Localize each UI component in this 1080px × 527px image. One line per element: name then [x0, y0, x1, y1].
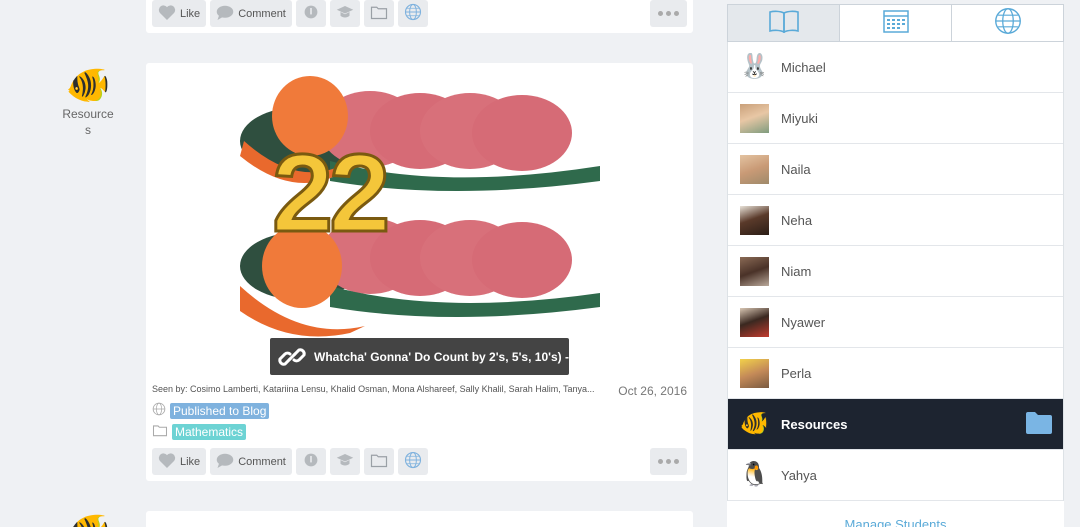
avatar — [740, 154, 769, 184]
student-row-perla[interactable]: Perla — [728, 348, 1063, 399]
tab-journal[interactable] — [728, 5, 840, 41]
image-number: 22 — [272, 132, 386, 255]
post-image[interactable]: 22 — [240, 71, 600, 341]
student-name: Niam — [781, 263, 812, 279]
skills-button[interactable] — [329, 0, 360, 27]
author-name: Resources — [62, 107, 114, 137]
link-title: Whatcha' Gonna' Do Count by 2's, 5's, 10… — [314, 349, 569, 364]
graduation-cap-icon — [336, 4, 354, 23]
avatar — [740, 256, 769, 286]
student-name: Michael — [781, 59, 826, 75]
student-row-miyuki[interactable]: Miyuki — [728, 93, 1063, 144]
sidebar-tabs — [727, 4, 1064, 42]
comment-button[interactable]: Comment — [210, 448, 292, 475]
seen-by[interactable]: Seen by: Cosimo Lamberti, Katariina Lens… — [152, 384, 602, 394]
avatar — [740, 307, 769, 337]
next-post-author[interactable]: 🐠 — [58, 510, 118, 527]
folder-icon — [370, 5, 388, 23]
link-attachment[interactable]: Whatcha' Gonna' Do Count by 2's, 5's, 10… — [270, 338, 569, 375]
like-button[interactable]: Like — [152, 448, 207, 475]
post-card-next — [146, 511, 693, 527]
post-card-previous: Like Comment — [146, 0, 693, 33]
avatar — [740, 205, 769, 235]
heart-icon — [158, 452, 176, 471]
like-button[interactable]: Like — [152, 0, 207, 27]
student-name: Nyawer — [781, 314, 826, 330]
student-list: 🐰 Michael Miyuki Naila Neha Niam Nyawer … — [727, 42, 1064, 501]
student-name: Yahya — [781, 467, 817, 483]
folder-button[interactable] — [363, 0, 394, 27]
avatar — [740, 103, 769, 133]
folder-button[interactable] — [363, 448, 394, 475]
published-to-blog-tag[interactable]: Published to Blog — [170, 402, 270, 419]
student-name: Perla — [781, 365, 812, 381]
student-name: Miyuki — [781, 110, 818, 126]
heart-icon — [158, 4, 176, 23]
comment-button[interactable]: Comment — [210, 0, 292, 27]
graduation-cap-icon — [336, 452, 354, 471]
avatar — [740, 358, 769, 388]
mathematics-tag[interactable]: Mathematics — [172, 424, 247, 440]
skills-button[interactable] — [329, 448, 360, 475]
tab-blog[interactable] — [952, 5, 1063, 41]
private-note-button[interactable] — [295, 448, 326, 475]
share-button[interactable] — [397, 0, 428, 27]
fish-icon: 🐠 — [740, 410, 769, 437]
like-label: Like — [180, 455, 201, 468]
globe-icon — [994, 7, 1022, 40]
link-icon — [270, 342, 314, 372]
student-name: Neha — [781, 212, 813, 228]
fish-icon: 🐠 — [65, 64, 111, 105]
like-label: Like — [180, 7, 201, 20]
share-button[interactable] — [397, 448, 428, 475]
globe-icon — [404, 451, 422, 472]
more-options-button[interactable] — [650, 0, 687, 27]
comment-label: Comment — [238, 7, 286, 20]
manage-students-link[interactable]: Manage Students — [727, 501, 1064, 527]
tag-row-folder: Mathematics — [152, 424, 247, 440]
post-author[interactable]: 🐠 Resources — [58, 64, 118, 138]
folder-icon[interactable] — [1025, 411, 1053, 438]
student-row-neha[interactable]: Neha — [728, 195, 1063, 246]
private-note-button[interactable] — [295, 0, 326, 27]
post-actions: Like Comment — [152, 448, 428, 475]
penguin-icon: 🐧 — [740, 461, 769, 488]
post-card: 22 Whatcha' Gonna' Do Count by 2's, 5's,… — [146, 63, 693, 481]
student-name: Resources — [781, 416, 848, 432]
comment-label: Comment — [238, 455, 286, 468]
rabbit-icon: 🐰 — [740, 53, 769, 80]
student-row-nyawer[interactable]: Nyawer — [728, 297, 1063, 348]
tab-calendar[interactable] — [840, 5, 952, 41]
book-icon — [768, 9, 800, 38]
folder-icon — [370, 453, 388, 471]
student-row-naila[interactable]: Naila — [728, 144, 1063, 195]
student-row-resources[interactable]: 🐠 Resources — [728, 399, 1063, 450]
more-options-button[interactable] — [650, 448, 687, 475]
post-actions: Like Comment — [152, 0, 428, 27]
student-row-niam[interactable]: Niam — [728, 246, 1063, 297]
note-icon — [303, 452, 319, 471]
folder-icon — [152, 424, 168, 440]
calendar-icon — [882, 8, 910, 39]
note-icon — [303, 4, 319, 23]
student-row-yahya[interactable]: 🐧 Yahya — [728, 450, 1063, 501]
tag-row-blog: Published to Blog — [152, 402, 270, 419]
post-date: Oct 26, 2016 — [618, 384, 687, 398]
comment-icon — [216, 5, 234, 23]
student-name: Naila — [781, 161, 811, 177]
globe-icon — [404, 3, 422, 24]
globe-icon — [152, 402, 166, 419]
comment-icon — [216, 453, 234, 471]
student-sidebar: 🐰 Michael Miyuki Naila Neha Niam Nyawer … — [727, 4, 1064, 527]
student-row-michael[interactable]: 🐰 Michael — [728, 42, 1063, 93]
fish-icon: 🐠 — [58, 510, 118, 527]
